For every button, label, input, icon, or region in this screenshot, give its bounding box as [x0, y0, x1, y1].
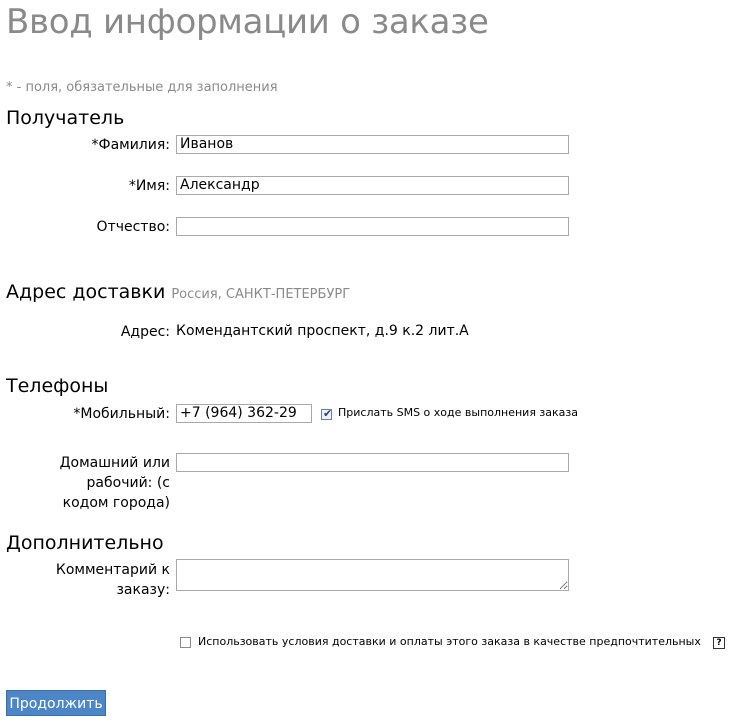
help-icon[interactable]: ? [713, 637, 725, 649]
delivery-heading-text: Адрес доставки [6, 281, 166, 303]
address-label: Адрес: [120, 324, 170, 340]
sms-checkbox-label: Прислать SMS о ходе выполнения заказа [338, 406, 578, 419]
preferences-checkbox-label: Использовать условия доставки и оплаты э… [198, 635, 701, 648]
mobile-phone-field[interactable] [176, 404, 312, 423]
section-heading-phones: Телефоны [6, 375, 109, 397]
last-name-label: *Фамилия: [91, 137, 170, 153]
mobile-label: *Мобильный: [73, 406, 170, 422]
sms-checkbox[interactable] [321, 407, 332, 420]
section-heading-recipient: Получатель [6, 107, 125, 129]
last-name-field[interactable] [176, 135, 569, 154]
patronymic-field[interactable] [176, 217, 569, 236]
preferences-checkbox[interactable] [180, 637, 191, 648]
section-heading-delivery: Адрес доставки Россия, САНКТ-ПЕТЕРБУРГ [6, 281, 350, 303]
home-phone-label: Домашний или рабочий: (с кодом города) [59, 455, 170, 511]
continue-button[interactable]: Продолжить [6, 690, 106, 716]
address-value: Комендантский проспект, д.9 к.2 лит.А [176, 323, 469, 339]
comment-textarea[interactable] [176, 559, 569, 591]
page-title: Ввод информации о заказе [6, 2, 489, 42]
delivery-region: Россия, САНКТ-ПЕТЕРБУРГ [171, 287, 351, 302]
patronymic-label: Отчество: [96, 219, 170, 235]
required-fields-note: * - поля, обязательные для заполнения [6, 80, 278, 95]
section-heading-additional: Дополнительно [6, 532, 164, 554]
first-name-label: *Имя: [128, 178, 170, 194]
comment-label: Комментарий к заказу: [55, 562, 170, 598]
home-phone-field[interactable] [176, 453, 569, 472]
first-name-field[interactable] [176, 176, 569, 195]
